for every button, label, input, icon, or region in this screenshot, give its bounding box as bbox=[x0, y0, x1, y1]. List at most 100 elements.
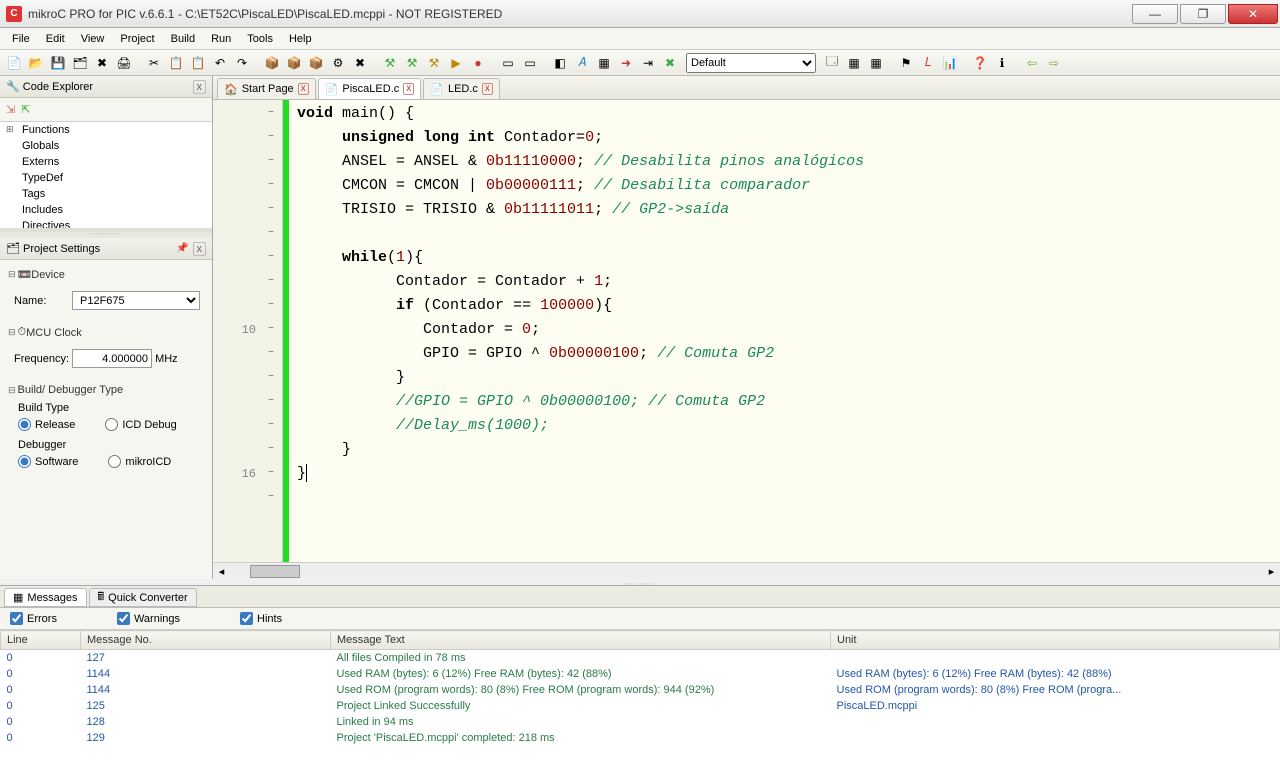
filter-warnings[interactable]: Warnings bbox=[117, 612, 180, 625]
table-row[interactable]: 0127All files Compiled in 78 ms bbox=[1, 650, 1280, 667]
tab-messages[interactable]: ▦Messages bbox=[4, 588, 87, 607]
panel-close-icon[interactable]: x bbox=[193, 242, 207, 256]
icon-i[interactable]: ▦ bbox=[866, 53, 886, 73]
table-row[interactable]: 01144Used ROM (program words): 80 (8%) F… bbox=[1, 682, 1280, 698]
menu-help[interactable]: Help bbox=[281, 30, 320, 48]
freq-input[interactable] bbox=[72, 349, 152, 368]
edit-project-icon[interactable]: ⚙ bbox=[328, 53, 348, 73]
icon-l[interactable]: 📊 bbox=[940, 53, 960, 73]
icon-a[interactable]: ◧ bbox=[550, 53, 570, 73]
collapse-icon[interactable]: ⇱ bbox=[21, 103, 30, 116]
menu-view[interactable]: View bbox=[73, 30, 113, 48]
tab-close-icon[interactable]: x bbox=[298, 83, 309, 95]
help-icon[interactable]: ❓ bbox=[970, 53, 990, 73]
table-row[interactable]: 0125Project Linked SuccessfullyPiscaLED.… bbox=[1, 698, 1280, 714]
window1-icon[interactable]: ▭ bbox=[498, 53, 518, 73]
col-msgno[interactable]: Message No. bbox=[81, 631, 331, 650]
close-project-icon[interactable]: ✖ bbox=[350, 53, 370, 73]
open-project-icon[interactable]: 📦 bbox=[284, 53, 304, 73]
run-icon[interactable]: ▶ bbox=[446, 53, 466, 73]
build-section[interactable]: Build/ Debugger Type bbox=[8, 382, 204, 398]
filter-errors[interactable]: Errors bbox=[10, 612, 57, 625]
table-row[interactable]: 0128Linked in 94 ms bbox=[1, 714, 1280, 730]
print-icon[interactable]: 🖨 bbox=[114, 53, 134, 73]
icd-radio[interactable]: ICD Debug bbox=[105, 418, 176, 431]
device-section[interactable]: 📼Device bbox=[8, 266, 204, 283]
build-prog-icon[interactable]: ⚒ bbox=[424, 53, 444, 73]
icon-j[interactable]: ⚑ bbox=[896, 53, 916, 73]
maximize-button[interactable]: ❐ bbox=[1180, 4, 1226, 24]
save-icon[interactable]: 💾 bbox=[48, 53, 68, 73]
icon-g[interactable]: 🗔 bbox=[822, 53, 842, 73]
tree-globals[interactable]: Globals bbox=[0, 138, 212, 154]
gutter: 1016 bbox=[213, 100, 283, 562]
release-radio[interactable]: Release bbox=[18, 418, 75, 431]
saveall-icon[interactable]: 🗂 bbox=[70, 53, 90, 73]
close-file-icon[interactable]: ✖ bbox=[92, 53, 112, 73]
nav-fwd-icon[interactable]: ⇨ bbox=[1044, 53, 1064, 73]
minimize-button[interactable]: — bbox=[1132, 4, 1178, 24]
redo-icon[interactable]: ↷ bbox=[232, 53, 252, 73]
paste-icon[interactable]: 📋 bbox=[188, 53, 208, 73]
cut-icon[interactable]: ✂ bbox=[144, 53, 164, 73]
icon-b[interactable]: 𝐴 bbox=[572, 53, 592, 73]
menu-run[interactable]: Run bbox=[203, 30, 239, 48]
open-icon[interactable]: 📂 bbox=[26, 53, 46, 73]
mikroicd-radio[interactable]: mikroICD bbox=[108, 455, 171, 468]
menu-tools[interactable]: Tools bbox=[239, 30, 281, 48]
pin-icon[interactable]: 📌 bbox=[176, 243, 188, 254]
nav-back-icon[interactable]: ⇦ bbox=[1022, 53, 1042, 73]
info-icon[interactable]: ℹ bbox=[992, 53, 1012, 73]
tab-piscaled[interactable]: 📄PiscaLED.cx bbox=[318, 78, 422, 99]
horizontal-scrollbar[interactable]: ◂▸ bbox=[213, 562, 1280, 579]
col-line[interactable]: Line bbox=[1, 631, 81, 650]
window2-icon[interactable]: ▭ bbox=[520, 53, 540, 73]
icon-c[interactable]: ▦ bbox=[594, 53, 614, 73]
icon-k[interactable]: 𝐿 bbox=[918, 53, 938, 73]
tree-functions[interactable]: Functions bbox=[0, 122, 212, 138]
device-select[interactable]: P12F675 bbox=[72, 291, 200, 310]
menu-edit[interactable]: Edit bbox=[38, 30, 73, 48]
close-button[interactable]: ✕ bbox=[1228, 4, 1278, 24]
expand-icon[interactable]: ⇲ bbox=[6, 103, 15, 116]
undo-icon[interactable]: ↶ bbox=[210, 53, 230, 73]
code-area[interactable]: void main() { unsigned long int Contador… bbox=[289, 100, 1280, 562]
code-explorer-tree[interactable]: Functions Globals Externs TypeDef Tags I… bbox=[0, 122, 212, 232]
tree-externs[interactable]: Externs bbox=[0, 154, 212, 170]
icon-e[interactable]: ⇥ bbox=[638, 53, 658, 73]
col-unit[interactable]: Unit bbox=[831, 631, 1280, 650]
menu-project[interactable]: Project bbox=[112, 30, 162, 48]
icon-h[interactable]: ▦ bbox=[844, 53, 864, 73]
new-project-icon[interactable]: 📦 bbox=[262, 53, 282, 73]
rebuild-icon[interactable]: ⚒ bbox=[402, 53, 422, 73]
icon-d[interactable]: ➜ bbox=[616, 53, 636, 73]
filter-hints[interactable]: Hints bbox=[240, 612, 282, 625]
new-icon[interactable]: 📄 bbox=[4, 53, 24, 73]
col-text[interactable]: Message Text bbox=[331, 631, 831, 650]
tab-close-icon[interactable]: x bbox=[482, 83, 493, 95]
stop-icon[interactable]: ● bbox=[468, 53, 488, 73]
build-icon[interactable]: ⚒ bbox=[380, 53, 400, 73]
code-editor[interactable]: 1016 void main() { unsigned long int Con… bbox=[213, 100, 1280, 562]
mcu-section[interactable]: ⏱MCU Clock bbox=[8, 324, 204, 341]
tab-close-icon[interactable]: x bbox=[403, 83, 414, 95]
tab-start-page[interactable]: 🏠Start Pagex bbox=[217, 78, 316, 99]
table-row[interactable]: 0129Project 'PiscaLED.mcppi' completed: … bbox=[1, 730, 1280, 746]
tree-tags[interactable]: Tags bbox=[0, 186, 212, 202]
code-explorer-header: 🔧 Code Explorer x bbox=[0, 76, 212, 98]
software-radio[interactable]: Software bbox=[18, 455, 78, 468]
tree-directives[interactable]: Directives bbox=[0, 218, 212, 232]
menu-file[interactable]: File bbox=[4, 30, 38, 48]
tree-typedef[interactable]: TypeDef bbox=[0, 170, 212, 186]
save-project-icon[interactable]: 📦 bbox=[306, 53, 326, 73]
table-row[interactable]: 01144Used RAM (bytes): 6 (12%) Free RAM … bbox=[1, 666, 1280, 682]
menu-build[interactable]: Build bbox=[163, 30, 203, 48]
panel-close-icon[interactable]: x bbox=[193, 80, 207, 94]
icon-f[interactable]: ✖ bbox=[660, 53, 680, 73]
copy-icon[interactable]: 📋 bbox=[166, 53, 186, 73]
tree-includes[interactable]: Includes bbox=[0, 202, 212, 218]
tab-quick-converter[interactable]: 🖩Quick Converter bbox=[89, 588, 197, 607]
scheme-select[interactable]: Default bbox=[686, 53, 816, 73]
messages-grid[interactable]: Line Message No. Message Text Unit 0127A… bbox=[0, 630, 1280, 760]
tab-led[interactable]: 📄LED.cx bbox=[423, 78, 500, 99]
